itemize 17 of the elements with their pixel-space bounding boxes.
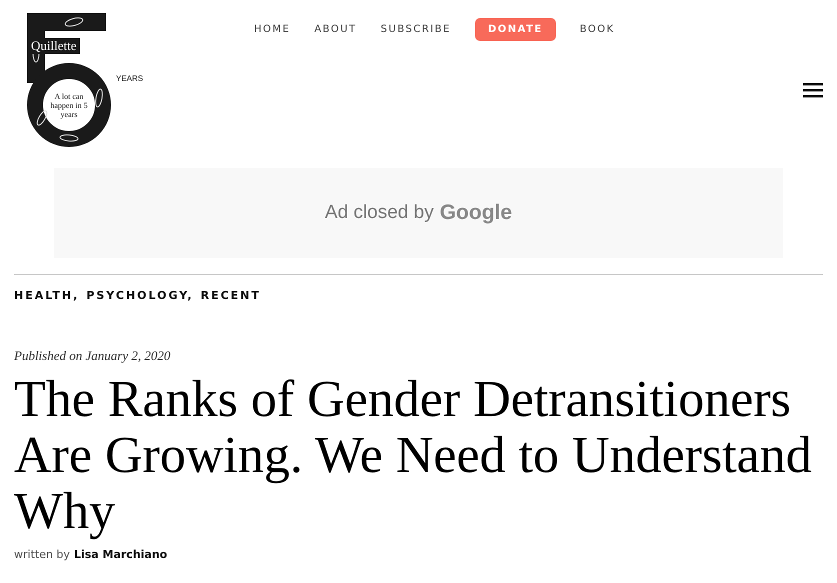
logo-tagline: A lot can happen in 5 years [49, 92, 89, 119]
nav-link[interactable]: HOME [254, 24, 290, 34]
article-title: The Ranks of Gender Detransitioners Are Growing. We Need to Understand Why [14, 372, 813, 540]
byline-label: written by [14, 548, 70, 561]
nav-link[interactable]: SUBSCRIBE [380, 24, 451, 34]
category-link[interactable]: HEALTH, [14, 289, 80, 302]
author-link[interactable]: Lisa Marchiano [74, 548, 168, 561]
logo-years: YEARS [116, 74, 144, 83]
ad-closed-text: Ad closed by [324, 202, 434, 224]
ad-brand: Google [440, 201, 512, 225]
category-link[interactable]: RECENT [200, 289, 261, 302]
nav-link[interactable]: BOOK [580, 24, 615, 34]
nav-link[interactable]: ABOUT [314, 24, 357, 34]
logo-drawing[interactable]: Quillette YEARS A lot can happen in 5 years [14, 8, 144, 148]
category-link[interactable]: PSYCHOLOGY, [86, 289, 194, 302]
published-date: Published on January 2, 2020 [14, 348, 172, 364]
menu-icon[interactable] [803, 82, 823, 98]
